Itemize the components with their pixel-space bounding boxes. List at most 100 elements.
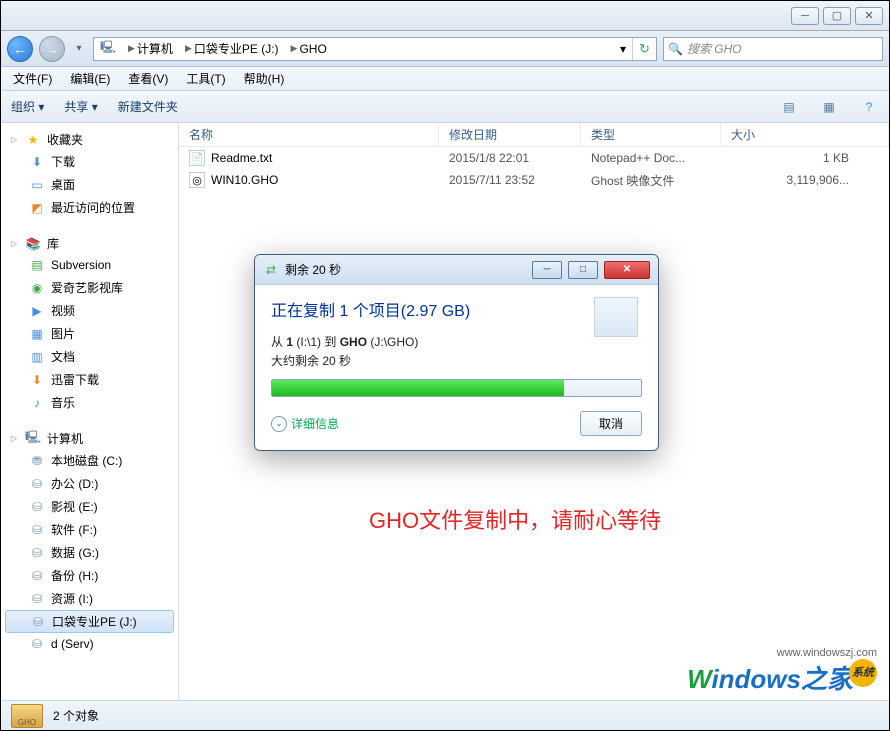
address-dropdown[interactable]: ▾	[614, 38, 632, 60]
command-bar: 组织 ▾ 共享 ▾ 新建文件夹 ▤ ▦ ?	[1, 91, 889, 123]
details-toggle[interactable]: ⌄ 详细信息	[271, 415, 339, 432]
navigation-bar: ← → ▾ 🖳 ▶计算机 ▶口袋专业PE (J:) ▶GHO ▾ ↻ 🔍 搜索 …	[1, 31, 889, 67]
menu-edit[interactable]: 编辑(E)	[70, 70, 110, 87]
breadcrumb-segment[interactable]: ▶GHO	[285, 38, 333, 60]
new-folder-button[interactable]: 新建文件夹	[118, 98, 178, 115]
dialog-minimize-button[interactable]: ─	[532, 261, 562, 279]
sidebar-item-network-drive[interactable]: ⛁d (Serv)	[1, 633, 178, 655]
menu-bar: 文件(F) 编辑(E) 查看(V) 工具(T) 帮助(H)	[1, 67, 889, 91]
sidebar-item[interactable]: ▦图片	[1, 322, 178, 345]
sidebar-item-drive-i[interactable]: ⛁资源 (I:)	[1, 587, 178, 610]
recent-icon: ◩	[29, 200, 45, 216]
sidebar-favorites-header[interactable]: ▷★收藏夹	[1, 129, 178, 150]
dialog-title: 剩余 20 秒	[285, 261, 341, 278]
status-count: 2 个对象	[53, 707, 99, 724]
menu-help[interactable]: 帮助(H)	[244, 70, 285, 87]
cancel-button[interactable]: 取消	[580, 411, 642, 436]
search-icon: 🔍	[668, 42, 683, 56]
drive-icon: ⛁	[29, 499, 45, 515]
music-icon: ♪	[29, 395, 45, 411]
copy-icon: ⇄	[263, 262, 279, 278]
sidebar-item-recent[interactable]: ◩最近访问的位置	[1, 196, 178, 219]
dialog-heading: 正在复制 1 个项目(2.97 GB)	[271, 297, 642, 321]
sidebar-item[interactable]: ♪音乐	[1, 391, 178, 414]
star-icon: ★	[25, 132, 41, 148]
file-row[interactable]: ◎WIN10.GHO 2015/7/11 23:52 Ghost 映像文件 3,…	[179, 169, 889, 191]
maximize-button[interactable]: ▢	[823, 7, 851, 25]
sidebar-libraries-header[interactable]: ▷📚库	[1, 233, 178, 254]
copy-progress-dialog: ⇄ 剩余 20 秒 ─ □ ✕ 正在复制 1 个项目(2.97 GB) 从 1 …	[254, 254, 659, 451]
column-headers: 名称 修改日期 类型 大小	[179, 123, 889, 147]
video-icon: ▶	[29, 303, 45, 319]
column-date[interactable]: 修改日期	[439, 123, 581, 146]
search-input[interactable]: 🔍 搜索 GHO	[663, 37, 883, 61]
minimize-button[interactable]: ─	[791, 7, 819, 25]
sidebar-item[interactable]: ▤Subversion	[1, 254, 178, 276]
menu-tools[interactable]: 工具(T)	[186, 70, 225, 87]
txt-file-icon: 📄	[189, 150, 205, 166]
sidebar-item-drive-f[interactable]: ⛁软件 (F:)	[1, 518, 178, 541]
sidebar-item[interactable]: ◉爱奇艺影视库	[1, 276, 178, 299]
drive-icon: ⛁	[29, 591, 45, 607]
dialog-close-button[interactable]: ✕	[604, 261, 650, 279]
column-name[interactable]: 名称	[179, 123, 439, 146]
sidebar-item-drive-j[interactable]: ⛁口袋专业PE (J:)	[5, 610, 174, 633]
sidebar-item-drive-c[interactable]: ⛃本地磁盘 (C:)	[1, 449, 178, 472]
sidebar-item[interactable]: ▥文档	[1, 345, 178, 368]
menu-view[interactable]: 查看(V)	[128, 70, 168, 87]
watermark-logo: Windows之家系统	[687, 659, 877, 696]
computer-icon: 🖳	[100, 41, 116, 57]
share-button[interactable]: 共享 ▾	[64, 98, 97, 115]
breadcrumb-segment[interactable]: ▶口袋专业PE (J:)	[179, 38, 285, 60]
download-icon: ⬇	[29, 372, 45, 388]
gho-file-icon: ◎	[189, 172, 205, 188]
watermark-url: www.windowszj.com	[687, 647, 877, 659]
breadcrumb-segment[interactable]: ▶计算机	[122, 38, 179, 60]
download-icon: ⬇	[29, 154, 45, 170]
sidebar-item-desktop[interactable]: ▭桌面	[1, 173, 178, 196]
status-bar: GHO 2 个对象	[1, 700, 889, 730]
drive-icon: ⛁	[29, 568, 45, 584]
dialog-titlebar: ⇄ 剩余 20 秒 ─ □ ✕	[255, 255, 658, 285]
drive-icon: ⛁	[29, 476, 45, 492]
drive-icon: ⛁	[29, 522, 45, 538]
progress-fill	[272, 380, 564, 396]
sidebar-item-drive-e[interactable]: ⛁影视 (E:)	[1, 495, 178, 518]
help-button[interactable]: ?	[859, 97, 879, 117]
titlebar: ─ ▢ ✕	[1, 1, 889, 31]
dialog-maximize-button[interactable]: □	[568, 261, 598, 279]
drive-icon: ⛁	[29, 545, 45, 561]
chevron-down-icon: ⌄	[271, 416, 287, 432]
file-row[interactable]: 📄Readme.txt 2015/1/8 22:01 Notepad++ Doc…	[179, 147, 889, 169]
refresh-button[interactable]: ↻	[632, 38, 656, 60]
library-icon: 📚	[25, 236, 41, 252]
video-icon: ◉	[29, 280, 45, 296]
menu-file[interactable]: 文件(F)	[13, 70, 52, 87]
drive-icon: ⛃	[29, 453, 45, 469]
sidebar-item-drive-d[interactable]: ⛁办公 (D:)	[1, 472, 178, 495]
sidebar-computer-header[interactable]: ▷🖳计算机	[1, 428, 178, 449]
column-type[interactable]: 类型	[581, 123, 721, 146]
drive-icon: ⛁	[29, 636, 45, 652]
close-button[interactable]: ✕	[855, 7, 883, 25]
address-bar[interactable]: 🖳 ▶计算机 ▶口袋专业PE (J:) ▶GHO ▾ ↻	[93, 37, 657, 61]
back-button[interactable]: ←	[7, 36, 33, 62]
drive-icon: ⛁	[30, 614, 46, 630]
forward-button[interactable]: →	[39, 36, 65, 62]
dialog-source-dest: 从 1 (I:\1) 到 GHO (J:\GHO)	[271, 333, 642, 350]
sidebar-item-drive-h[interactable]: ⛁备份 (H:)	[1, 564, 178, 587]
dialog-time-remaining: 大约剩余 20 秒	[271, 352, 642, 369]
history-dropdown[interactable]: ▾	[71, 37, 87, 61]
organize-button[interactable]: 组织 ▾	[11, 98, 44, 115]
sidebar-item-drive-g[interactable]: ⛁数据 (G:)	[1, 541, 178, 564]
watermark: www.windowszj.com Windows之家系统	[687, 647, 877, 696]
sidebar-item[interactable]: ⬇迅雷下载	[1, 368, 178, 391]
column-size[interactable]: 大小	[721, 123, 889, 146]
sidebar-item[interactable]: ▶视频	[1, 299, 178, 322]
sidebar-item-downloads[interactable]: ⬇下载	[1, 150, 178, 173]
preview-pane-button[interactable]: ▦	[819, 97, 839, 117]
view-mode-button[interactable]: ▤	[779, 97, 799, 117]
desktop-icon: ▭	[29, 177, 45, 193]
image-icon: ▦	[29, 326, 45, 342]
computer-icon: 🖳	[25, 431, 41, 447]
